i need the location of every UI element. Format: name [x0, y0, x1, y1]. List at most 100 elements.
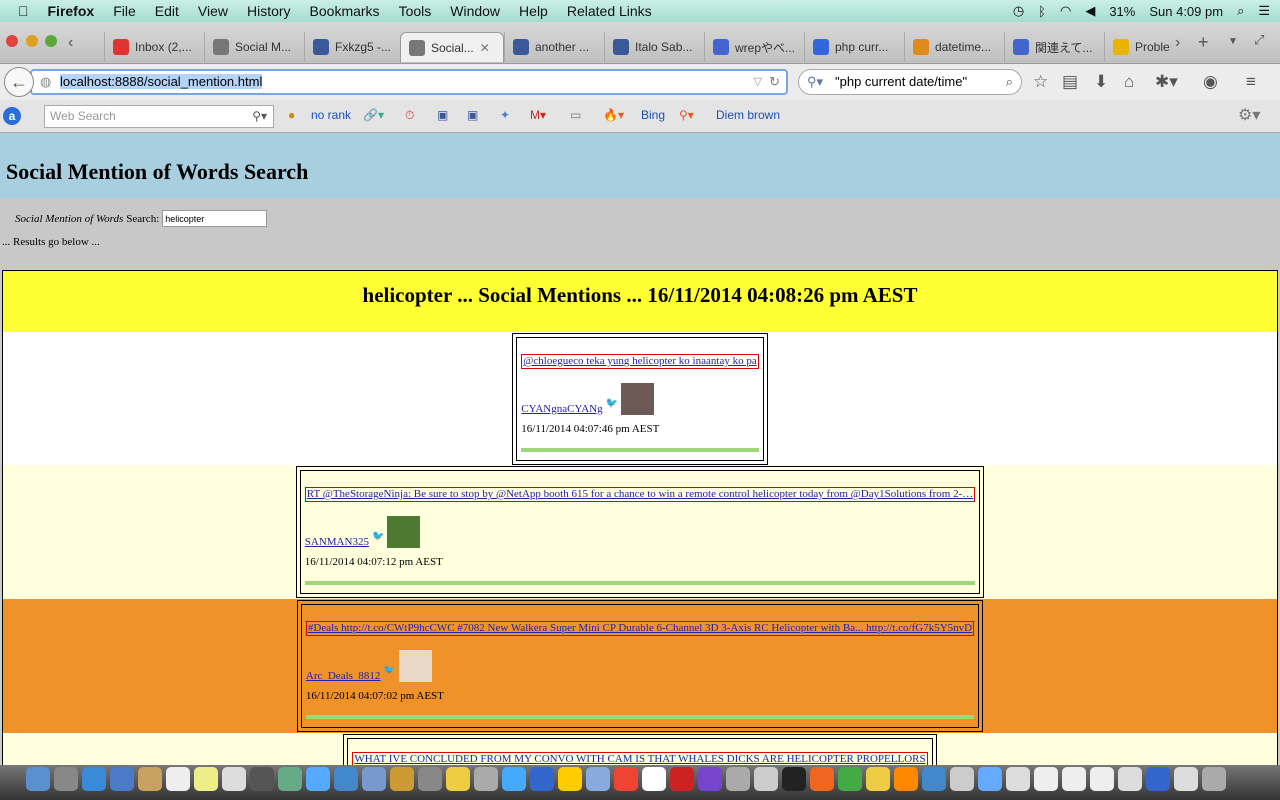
dock-app-icon[interactable] [26, 767, 50, 791]
dock-app-icon[interactable] [278, 767, 302, 791]
browser-tab[interactable]: php curr... [804, 32, 902, 62]
avatar[interactable] [387, 516, 421, 548]
dock-app-icon[interactable] [446, 767, 470, 791]
menu-file[interactable]: File [113, 3, 136, 19]
minimize-window-button[interactable] [26, 35, 38, 47]
close-tab-icon[interactable]: ✕ [480, 41, 490, 55]
bookmark-star-icon[interactable]: ☆ [1033, 72, 1048, 92]
menu-view[interactable]: View [198, 3, 228, 19]
menu-help[interactable]: Help [519, 3, 548, 19]
dock-app-icon[interactable] [138, 767, 162, 791]
dock-app-icon[interactable] [1090, 767, 1114, 791]
dock-app-icon[interactable] [166, 767, 190, 791]
zoom-window-button[interactable] [45, 35, 57, 47]
dock-app-icon[interactable] [418, 767, 442, 791]
spotlight-icon[interactable]: ⌕ [1237, 3, 1244, 19]
dock-app-icon[interactable] [250, 767, 274, 791]
dock-app-icon[interactable] [390, 767, 414, 791]
avatar[interactable] [398, 650, 432, 682]
search-engine-icon[interactable]: ⚲▾ [807, 70, 823, 94]
browser-tab[interactable]: Italo Sab... [604, 32, 702, 62]
wifi-icon[interactable]: ◠ [1060, 3, 1071, 19]
site-identity-icon[interactable]: ◍ [40, 71, 51, 93]
dock-app-icon[interactable] [670, 767, 694, 791]
user-link[interactable]: Arc_Deals_8812 [306, 670, 381, 682]
browser-tab[interactable]: Fxkzg5 -... [304, 32, 402, 62]
url-bar[interactable]: ◍ localhost:8888/social_mention.html ▽ ↻ [30, 69, 788, 95]
browser-tab[interactable]: wrepやべ... [704, 32, 802, 62]
sparkle-icon[interactable]: ✦ [500, 108, 510, 122]
reload-icon[interactable]: ↻ [769, 71, 780, 93]
downloads-icon[interactable]: ⬇ [1094, 72, 1108, 92]
dock-app-icon[interactable] [614, 767, 638, 791]
dock-app-icon[interactable] [1174, 767, 1198, 791]
link-icon[interactable]: 🔗▾ [363, 108, 384, 122]
tab-scroll-right-icon[interactable]: › [1175, 34, 1180, 52]
dock-app-icon[interactable] [922, 767, 946, 791]
dock-app-icon[interactable] [1062, 767, 1086, 791]
dock-app-icon[interactable] [1118, 767, 1142, 791]
dock-app-icon[interactable] [474, 767, 498, 791]
home-icon[interactable]: ⌂ [1124, 72, 1134, 92]
time-machine-icon[interactable]: ◷ [1013, 3, 1024, 19]
dock-app-icon[interactable] [1006, 767, 1030, 791]
browser-tab[interactable]: Inbox (2,... [104, 32, 202, 62]
battery-status[interactable]: 31% [1109, 4, 1135, 19]
timer-icon[interactable]: ⏱ [405, 108, 414, 123]
bookmark-bing[interactable]: Bing [641, 108, 665, 122]
tab-list-icon[interactable]: ▼ [1228, 36, 1238, 47]
dock-app-icon[interactable] [1202, 767, 1226, 791]
dock-app-icon[interactable] [894, 767, 918, 791]
fullscreen-icon[interactable]: ⤢ [1254, 32, 1264, 48]
new-tab-button[interactable]: + [1198, 32, 1209, 53]
notification-center-icon[interactable]: ☰ [1258, 3, 1270, 19]
fire-icon[interactable]: 🔥▾ [603, 108, 624, 122]
dock-app-icon[interactable] [334, 767, 358, 791]
card-icon[interactable]: ▭ [570, 108, 581, 122]
browser-tab[interactable]: datetime... [904, 32, 1002, 62]
dock-app-icon[interactable] [726, 767, 750, 791]
dock-app-icon[interactable] [838, 767, 862, 791]
search-bar[interactable]: ⚲▾ "php current date/time" ⌕ [798, 69, 1022, 95]
dock-app-icon[interactable] [642, 767, 666, 791]
tweet-link[interactable]: @chloegueco teka yung helicopter ko inaa… [521, 354, 759, 369]
tweet-link[interactable]: RT @TheStorageNinja: Be sure to stop by … [304, 487, 976, 502]
browser-tab[interactable]: Social... ✕ [400, 32, 504, 62]
dock-app-icon[interactable] [194, 767, 218, 791]
dock-app-icon[interactable] [586, 767, 610, 791]
menu-bookmarks[interactable]: Bookmarks [310, 3, 380, 19]
browser-tab[interactable]: Proble [1104, 32, 1170, 62]
dock-app-icon[interactable] [950, 767, 974, 791]
dock-app-icon[interactable] [110, 767, 134, 791]
dock-app-icon[interactable] [810, 767, 834, 791]
settings-gear-icon[interactable]: ⚙▾ [1238, 105, 1260, 125]
dock-app-icon[interactable] [1034, 767, 1058, 791]
clock[interactable]: Sun 4:09 pm [1149, 4, 1223, 19]
dock-app-icon[interactable] [502, 767, 526, 791]
dock-app-icon[interactable] [306, 767, 330, 791]
dock-app-icon[interactable] [1146, 767, 1170, 791]
menu-history[interactable]: History [247, 3, 291, 19]
dock-app-icon[interactable] [82, 767, 106, 791]
close-window-button[interactable] [6, 35, 18, 47]
menu-app[interactable]: Firefox [48, 3, 95, 19]
menu-window[interactable]: Window [450, 3, 500, 19]
dock-app-icon[interactable] [754, 767, 778, 791]
gmail-notifier-icon[interactable]: M▾ [530, 108, 546, 122]
dock-app-icon[interactable] [530, 767, 554, 791]
dock-app-icon[interactable] [866, 767, 890, 791]
dock-app-icon[interactable] [782, 767, 806, 791]
web-search-input[interactable]: Web Search ⚲▾ [44, 105, 274, 128]
back-button[interactable]: ← [4, 67, 34, 97]
menu-edit[interactable]: Edit [155, 3, 179, 19]
avatar[interactable] [621, 383, 655, 415]
dock-app-icon[interactable] [978, 767, 1002, 791]
tweet-link[interactable]: #Deals http://t.co/CWtP9hcCWC #7082 New … [305, 621, 975, 636]
search-fire-icon[interactable]: ⚲▾ [679, 108, 694, 122]
volume-icon[interactable]: ◀ [1085, 3, 1095, 19]
user-link[interactable]: SANMAN325 [305, 536, 369, 548]
dock-app-icon[interactable] [698, 767, 722, 791]
addon-icon[interactable]: ✱▾ [1155, 72, 1178, 92]
bookmark-no-rank[interactable]: no rank [311, 108, 351, 122]
menu-tools[interactable]: Tools [399, 3, 432, 19]
